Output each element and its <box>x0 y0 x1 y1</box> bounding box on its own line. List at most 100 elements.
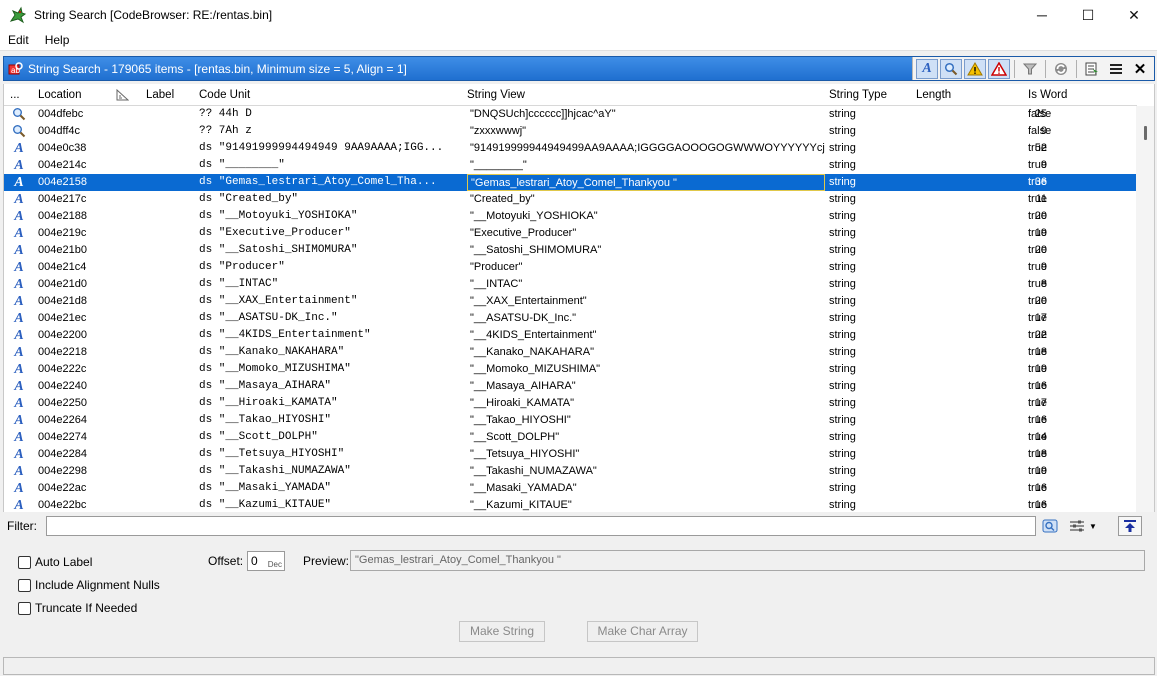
cell-is-word: false <box>1028 108 1052 120</box>
include-alignment-nulls-option[interactable]: Include Alignment Nulls <box>18 578 160 592</box>
table-vertical-scrollbar[interactable] <box>1136 106 1154 512</box>
cell-code-unit: ds "__Momoko_MIZUSHIMA" <box>199 363 351 375</box>
cell-string-type: string <box>829 465 856 477</box>
cell-is-word: true <box>1028 159 1047 171</box>
table-row[interactable]: A 004e21b0 ds "__Satoshi_SHIMOMURA" "__Sato… <box>4 242 1137 259</box>
column-header-location[interactable]: Location <box>38 84 81 106</box>
select-navigate-icon[interactable] <box>1081 59 1103 79</box>
auto-label-checkbox[interactable] <box>18 555 31 569</box>
cell-string-type: string <box>829 295 856 307</box>
table-row[interactable]: A 004e22bc ds "__Kazumi_KITAUE" "__Kazumi_K… <box>4 497 1137 512</box>
offset-input[interactable]: 0 Dec <box>247 551 285 571</box>
table-row[interactable]: A 004e21c4 ds "Producer" "Producer" string 9 t… <box>4 259 1137 276</box>
filter-options-icon[interactable] <box>1040 516 1060 536</box>
cell-is-word: true <box>1028 380 1047 392</box>
make-string-button[interactable]: Make String <box>459 621 545 642</box>
minimize-button[interactable]: ─ <box>1019 0 1065 30</box>
cell-string-view: "__Takao_HIYOSHI" <box>470 414 571 426</box>
cell-location: 004e0c38 <box>38 142 87 154</box>
scrollbar-thumb[interactable] <box>1144 126 1147 140</box>
column-header-length[interactable]: Length <box>916 84 951 106</box>
cell-string-type: string <box>829 108 856 120</box>
cell-string-view: "Created_by" <box>470 193 535 205</box>
filter-funnel-icon[interactable] <box>1019 59 1041 79</box>
cell-string-view: "__Kazumi_KITAUE" <box>470 499 572 511</box>
cell-string-type: string <box>829 482 856 494</box>
table-row[interactable]: 004dfebc ?? 44h D "DNQSUch]cccccc]]hjcac^a… <box>4 106 1137 123</box>
column-header-is-word[interactable]: Is Word <box>1028 84 1067 106</box>
filter-dropdown-icon[interactable]: ▼ <box>1087 516 1099 536</box>
cell-string-type: string <box>829 329 856 341</box>
cell-is-word: true <box>1028 193 1047 205</box>
close-window-button[interactable]: ✕ <box>1111 0 1157 30</box>
offset-unit[interactable]: Dec <box>268 560 282 569</box>
truncate-if-needed-checkbox[interactable] <box>18 601 31 615</box>
cell-string-view: "__Motoyuki_YOSHIOKA" <box>470 210 598 222</box>
menu-edit[interactable]: Edit <box>0 33 37 47</box>
ascii-string-icon: A <box>14 396 24 411</box>
ascii-string-icon: A <box>14 294 24 309</box>
table-row[interactable]: A 004e2240 ds "__Masaya_AIHARA" "__Masaya_A… <box>4 378 1137 395</box>
filter-input[interactable] <box>46 516 1036 536</box>
table-row[interactable]: A 004e2158 ds "Gemas_lestrari_Atoy_Comel_T… <box>4 174 1137 191</box>
filter-settings-icon[interactable] <box>1067 516 1087 536</box>
table-row[interactable]: A 004e222c ds "__Momoko_MIZUSHIMA" "__Momok… <box>4 361 1137 378</box>
cell-location: 004e2240 <box>38 380 87 392</box>
table-row[interactable]: A 004e217c ds "Created_by" "Created_by" stri… <box>4 191 1137 208</box>
truncate-if-needed-option[interactable]: Truncate If Needed <box>18 601 137 615</box>
column-header-code-unit[interactable]: Code Unit <box>199 84 250 106</box>
preview-label: Preview: <box>303 554 350 568</box>
table-options-icon[interactable] <box>1105 59 1127 79</box>
column-header-label[interactable]: Label <box>146 84 174 106</box>
table-row[interactable]: A 004e2298 ds "__Takashi_NUMAZAWA" "__Takas… <box>4 463 1137 480</box>
cell-code-unit: ds "__Masaya_AIHARA" <box>199 380 332 392</box>
scroll-to-top-icon[interactable] <box>1118 516 1142 536</box>
maximize-button[interactable]: ☐ <box>1065 0 1111 30</box>
label-column-sort-icon[interactable] <box>116 84 130 106</box>
table-row[interactable]: A 004e2274 ds "__Scott_DOLPH" "__Scott_DOLP… <box>4 429 1137 446</box>
table-row[interactable]: A 004e2218 ds "__Kanako_NAKAHARA" "__Kanako… <box>4 344 1137 361</box>
cell-string-view: "__Hiroaki_KAMATA" <box>470 397 574 409</box>
table-row[interactable]: A 004e2264 ds "__Takao_HIYOSHI" "__Takao_HI… <box>4 412 1137 429</box>
make-char-array-button[interactable]: Make Char Array <box>587 621 698 642</box>
column-header-string-view[interactable]: String View <box>467 84 525 106</box>
column-header-dots[interactable]: ... <box>10 84 20 106</box>
table-row[interactable]: A 004e2250 ds "__Hiroaki_KAMATA" "__Hiroaki… <box>4 395 1137 412</box>
column-header-string-type[interactable]: String Type <box>829 84 887 106</box>
cell-string-view: "__INTAC" <box>470 278 523 290</box>
cell-code-unit: ds "Created_by" <box>199 193 299 205</box>
menu-help[interactable]: Help <box>37 33 78 47</box>
string-results-table: ... Location Label Code Unit String View… <box>3 84 1155 512</box>
include-alignment-nulls-checkbox[interactable] <box>18 578 31 592</box>
toolbar-separator <box>1014 59 1015 78</box>
ascii-string-icon: A <box>14 362 24 377</box>
refresh-icon[interactable] <box>1050 59 1072 79</box>
cell-code-unit: ds "__Takashi_NUMAZAWA" <box>199 465 351 477</box>
cell-is-word: true <box>1028 142 1047 154</box>
show-strings-toggle-icon[interactable]: A <box>916 58 938 79</box>
table-row[interactable]: A 004e219c ds "Executive_Producer" "Executi… <box>4 225 1137 242</box>
cell-location: 004e21ec <box>38 312 87 324</box>
table-row[interactable]: A 004e0c38 ds "91491999994494949 9AA9AAAA;… <box>4 140 1137 157</box>
auto-label-option[interactable]: Auto Label <box>18 555 92 569</box>
table-row[interactable]: A 004e2200 ds "__4KIDS_Entertainment" "__4K… <box>4 327 1137 344</box>
cell-string-type: string <box>829 176 856 188</box>
table-row[interactable]: A 004e2188 ds "__Motoyuki_YOSHIOKA" "__Moto… <box>4 208 1137 225</box>
table-row[interactable]: A 004e2284 ds "__Tetsuya_HIYOSHI" "__Tetsuy… <box>4 446 1137 463</box>
table-row[interactable]: A 004e214c ds "________" "________" string 9 t… <box>4 157 1137 174</box>
table-row[interactable]: A 004e21d8 ds "__XAX_Entertainment" "__XAX_… <box>4 293 1137 310</box>
table-row[interactable]: 004dff4c?? 7Ah z "zxxxwwwj" string 9 false <box>4 123 1137 140</box>
cell-code-unit: ds "__Masaki_YAMADA" <box>199 482 332 494</box>
table-row[interactable]: A 004e22ac ds "__Masaki_YAMADA" "__Masaki_Y… <box>4 480 1137 497</box>
show-undefined-toggle-icon[interactable] <box>940 58 962 79</box>
close-panel-icon[interactable]: ✕ <box>1129 59 1151 79</box>
cell-string-view: "Gemas_lestrari_Atoy_Comel_Thankyou " <box>467 174 825 191</box>
cell-location: 004e2218 <box>38 346 87 358</box>
cell-code-unit: ds "Executive_Producer" <box>199 227 351 239</box>
magnifier-icon <box>12 107 26 122</box>
show-errors-toggle-icon[interactable] <box>988 58 1010 79</box>
table-row[interactable]: A 004e21d0 ds "__INTAC" "__INTAC" string 8 tru… <box>4 276 1137 293</box>
cell-is-word: true <box>1028 210 1047 222</box>
table-row[interactable]: A 004e21ec ds "__ASATSU-DK_Inc." "__ASATSU-… <box>4 310 1137 327</box>
show-warnings-toggle-icon[interactable] <box>964 58 986 79</box>
